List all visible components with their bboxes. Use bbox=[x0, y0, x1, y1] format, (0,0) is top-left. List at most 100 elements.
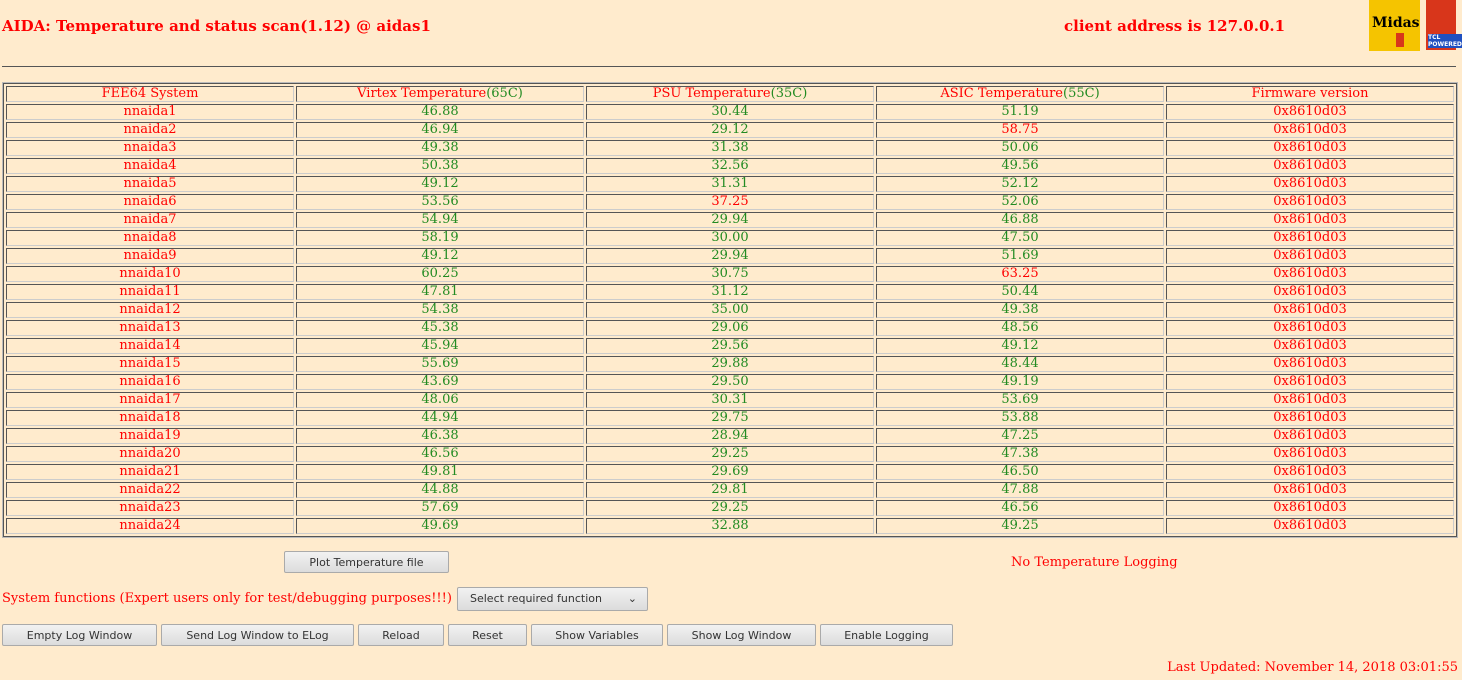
asic-cell: 47.25 bbox=[876, 428, 1164, 444]
virtex-cell: 49.12 bbox=[296, 248, 584, 264]
page-title: AIDA: Temperature and status scan(1.12) … bbox=[2, 17, 431, 35]
firmware-cell: 0x8610d03 bbox=[1166, 176, 1454, 192]
psu-cell: 30.00 bbox=[586, 230, 874, 246]
tcl-logo: TCL POWERED bbox=[1426, 0, 1462, 50]
system-cell: nnaida16 bbox=[6, 374, 294, 390]
firmware-cell: 0x8610d03 bbox=[1166, 446, 1454, 462]
send-log-to-elog-button[interactable]: Send Log Window to ELog bbox=[161, 624, 354, 646]
asic-cell: 51.19 bbox=[876, 104, 1164, 120]
table-row: nnaida21 49.81 29.69 46.50 0x8610d03 bbox=[6, 464, 1454, 480]
psu-cell: 29.75 bbox=[586, 410, 874, 426]
firmware-cell: 0x8610d03 bbox=[1166, 266, 1454, 282]
psu-cell: 29.50 bbox=[586, 374, 874, 390]
table-row: nnaida18 44.94 29.75 53.88 0x8610d03 bbox=[6, 410, 1454, 426]
system-cell: nnaida23 bbox=[6, 500, 294, 516]
virtex-cell: 44.94 bbox=[296, 410, 584, 426]
firmware-cell: 0x8610d03 bbox=[1166, 464, 1454, 480]
header-asic: ASIC Temperature(55C) bbox=[876, 86, 1164, 102]
firmware-cell: 0x8610d03 bbox=[1166, 248, 1454, 264]
virtex-cell: 49.38 bbox=[296, 140, 584, 156]
firmware-cell: 0x8610d03 bbox=[1166, 500, 1454, 516]
firmware-cell: 0x8610d03 bbox=[1166, 212, 1454, 228]
system-cell: nnaida18 bbox=[6, 410, 294, 426]
table-row: nnaida11 47.81 31.12 50.44 0x8610d03 bbox=[6, 284, 1454, 300]
client-address: client address is 127.0.0.1 bbox=[1064, 17, 1286, 35]
virtex-cell: 45.94 bbox=[296, 338, 584, 354]
firmware-cell: 0x8610d03 bbox=[1166, 104, 1454, 120]
asic-cell: 46.56 bbox=[876, 500, 1164, 516]
asic-cell: 47.88 bbox=[876, 482, 1164, 498]
asic-cell: 63.25 bbox=[876, 266, 1164, 282]
system-cell: nnaida19 bbox=[6, 428, 294, 444]
table-row: nnaida14 45.94 29.56 49.12 0x8610d03 bbox=[6, 338, 1454, 354]
psu-cell: 28.94 bbox=[586, 428, 874, 444]
divider bbox=[2, 66, 1456, 67]
firmware-cell: 0x8610d03 bbox=[1166, 392, 1454, 408]
table-row: nnaida7 54.94 29.94 46.88 0x8610d03 bbox=[6, 212, 1454, 228]
virtex-cell: 45.38 bbox=[296, 320, 584, 336]
psu-cell: 30.31 bbox=[586, 392, 874, 408]
asic-cell: 47.50 bbox=[876, 230, 1164, 246]
psu-cell: 29.88 bbox=[586, 356, 874, 372]
system-cell: nnaida11 bbox=[6, 284, 294, 300]
virtex-cell: 57.69 bbox=[296, 500, 584, 516]
system-cell: nnaida12 bbox=[6, 302, 294, 318]
plot-temperature-button[interactable]: Plot Temperature file bbox=[284, 551, 449, 573]
psu-cell: 37.25 bbox=[586, 194, 874, 210]
table-row: nnaida5 49.12 31.31 52.12 0x8610d03 bbox=[6, 176, 1454, 192]
system-cell: nnaida5 bbox=[6, 176, 294, 192]
function-select[interactable]: Select required function ⌄ bbox=[457, 587, 648, 611]
firmware-cell: 0x8610d03 bbox=[1166, 140, 1454, 156]
asic-cell: 46.88 bbox=[876, 212, 1164, 228]
table-row: nnaida16 43.69 29.50 49.19 0x8610d03 bbox=[6, 374, 1454, 390]
psu-cell: 29.06 bbox=[586, 320, 874, 336]
psu-cell: 30.44 bbox=[586, 104, 874, 120]
asic-cell: 49.25 bbox=[876, 518, 1164, 534]
virtex-cell: 60.25 bbox=[296, 266, 584, 282]
virtex-cell: 53.56 bbox=[296, 194, 584, 210]
virtex-cell: 43.69 bbox=[296, 374, 584, 390]
table-row: nnaida17 48.06 30.31 53.69 0x8610d03 bbox=[6, 392, 1454, 408]
asic-cell: 47.38 bbox=[876, 446, 1164, 462]
firmware-cell: 0x8610d03 bbox=[1166, 410, 1454, 426]
asic-cell: 48.44 bbox=[876, 356, 1164, 372]
enable-logging-button[interactable]: Enable Logging bbox=[820, 624, 953, 646]
virtex-cell: 48.06 bbox=[296, 392, 584, 408]
system-cell: nnaida1 bbox=[6, 104, 294, 120]
virtex-cell: 54.94 bbox=[296, 212, 584, 228]
system-cell: nnaida13 bbox=[6, 320, 294, 336]
asic-cell: 49.19 bbox=[876, 374, 1164, 390]
virtex-cell: 46.56 bbox=[296, 446, 584, 462]
logging-status: No Temperature Logging bbox=[1011, 555, 1178, 570]
asic-cell: 53.88 bbox=[876, 410, 1164, 426]
virtex-cell: 44.88 bbox=[296, 482, 584, 498]
system-cell: nnaida8 bbox=[6, 230, 294, 246]
psu-cell: 31.31 bbox=[586, 176, 874, 192]
empty-log-window-button[interactable]: Empty Log Window bbox=[2, 624, 157, 646]
show-log-window-button[interactable]: Show Log Window bbox=[667, 624, 816, 646]
reset-button[interactable]: Reset bbox=[448, 624, 527, 646]
asic-cell: 46.50 bbox=[876, 464, 1164, 480]
psu-cell: 31.38 bbox=[586, 140, 874, 156]
table-row: nnaida15 55.69 29.88 48.44 0x8610d03 bbox=[6, 356, 1454, 372]
table-row: nnaida10 60.25 30.75 63.25 0x8610d03 bbox=[6, 266, 1454, 282]
midas-logo: Midas bbox=[1369, 0, 1420, 51]
table-row: nnaida6 53.56 37.25 52.06 0x8610d03 bbox=[6, 194, 1454, 210]
asic-cell: 50.44 bbox=[876, 284, 1164, 300]
reload-button[interactable]: Reload bbox=[358, 624, 444, 646]
psu-cell: 29.69 bbox=[586, 464, 874, 480]
table-row: nnaida23 57.69 29.25 46.56 0x8610d03 bbox=[6, 500, 1454, 516]
virtex-cell: 49.12 bbox=[296, 176, 584, 192]
system-cell: nnaida20 bbox=[6, 446, 294, 462]
virtex-cell: 46.94 bbox=[296, 122, 584, 138]
firmware-cell: 0x8610d03 bbox=[1166, 230, 1454, 246]
table-row: nnaida19 46.38 28.94 47.25 0x8610d03 bbox=[6, 428, 1454, 444]
asic-cell: 52.06 bbox=[876, 194, 1164, 210]
system-cell: nnaida9 bbox=[6, 248, 294, 264]
asic-cell: 49.56 bbox=[876, 158, 1164, 174]
virtex-cell: 46.88 bbox=[296, 104, 584, 120]
psu-cell: 32.88 bbox=[586, 518, 874, 534]
show-variables-button[interactable]: Show Variables bbox=[531, 624, 663, 646]
header-firmware: Firmware version bbox=[1166, 86, 1454, 102]
firmware-cell: 0x8610d03 bbox=[1166, 284, 1454, 300]
